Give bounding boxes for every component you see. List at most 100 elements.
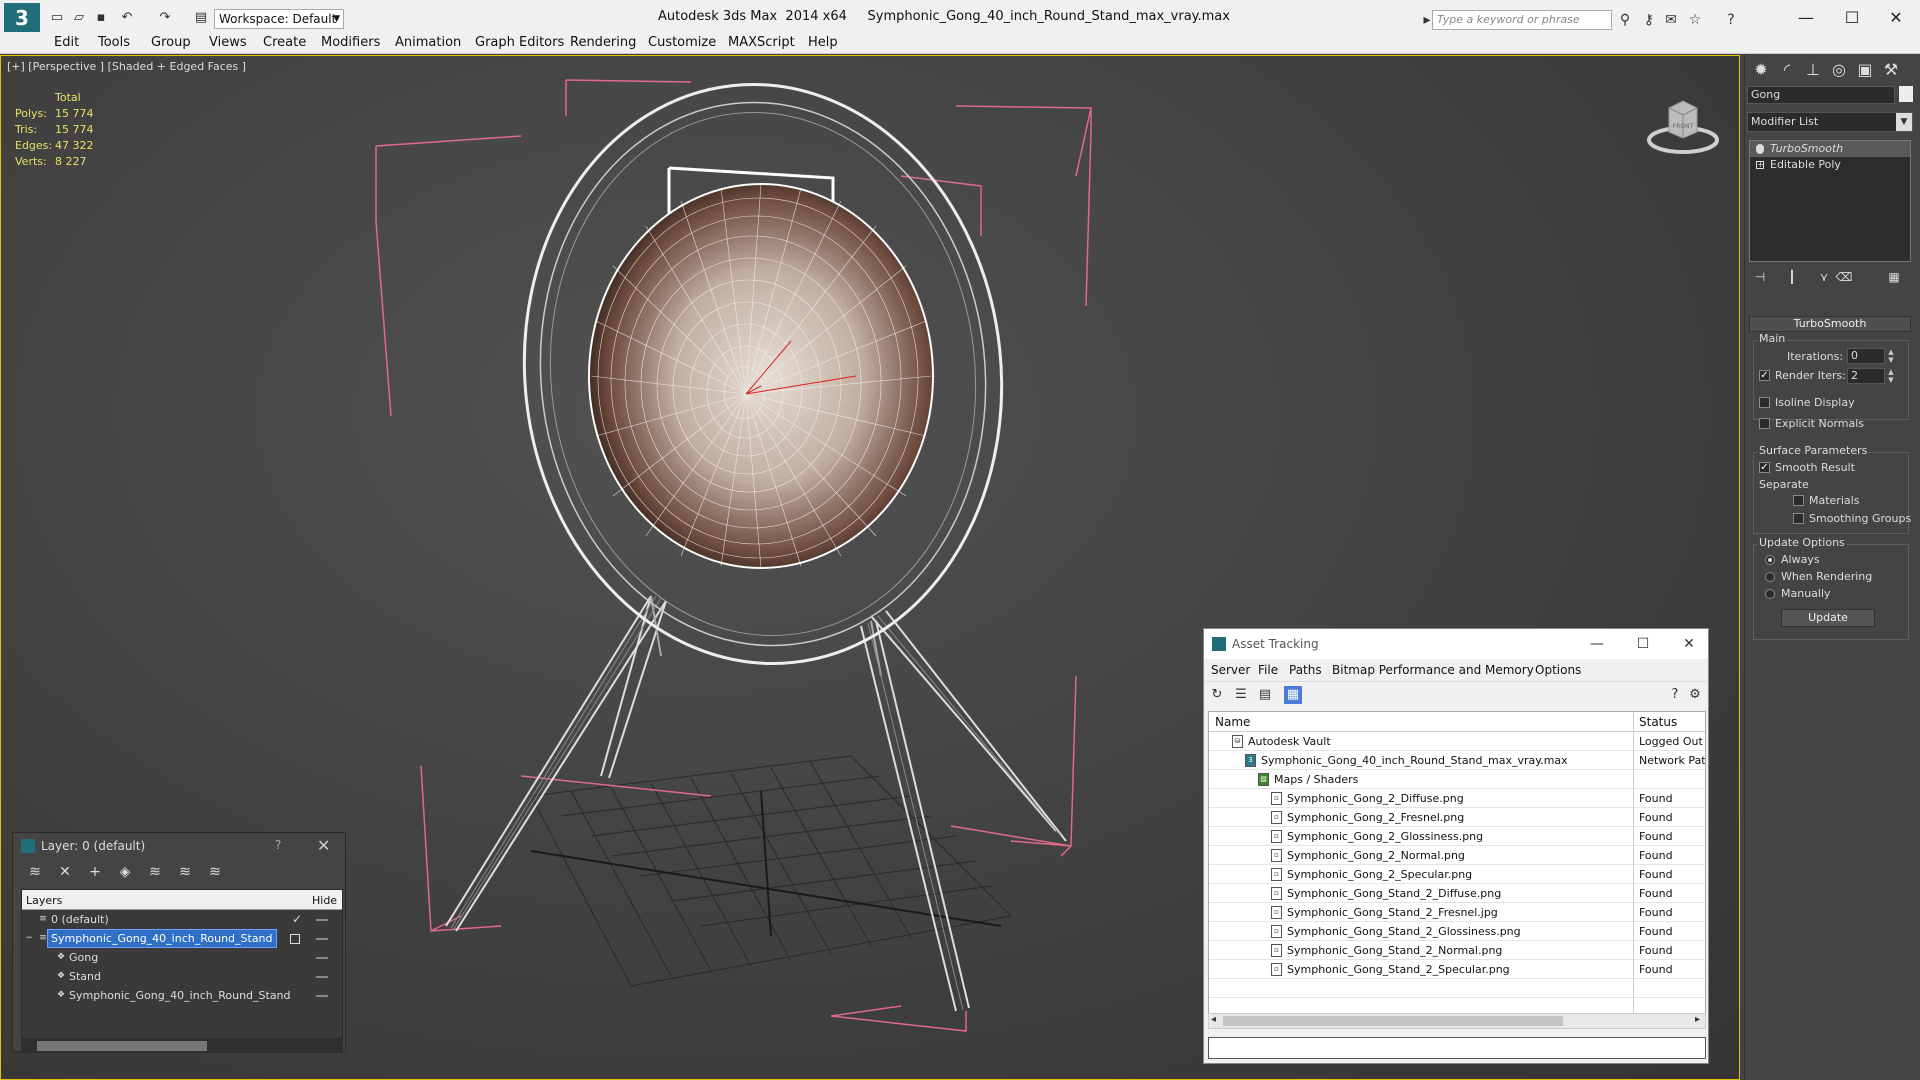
minimize-icon[interactable]: — (1582, 633, 1612, 655)
turbosmooth-rollout-header[interactable]: TurboSmooth (1749, 316, 1911, 332)
asset-row[interactable]: ▫ Symphonic_Gong_2_Fresnel.png Found (1209, 808, 1705, 827)
manually-radio[interactable] (1765, 589, 1775, 599)
collapse-minus-icon[interactable]: − (24, 933, 34, 943)
layer-dialog-titlebar[interactable]: Layer: 0 (default) ? ✕ (13, 833, 345, 859)
modifier-list-dropdown[interactable]: Modifier List ▼ (1747, 112, 1913, 132)
checkmark-icon[interactable]: ✓ (292, 910, 302, 929)
asset-row[interactable]: ▫ Symphonic_Gong_Stand_2_Glossiness.png Fo… (1209, 922, 1705, 941)
redo-icon[interactable]: ↷ (156, 10, 174, 26)
asset-horizontal-scrollbar[interactable]: ◂ ▸ (1208, 1013, 1706, 1029)
always-radio[interactable] (1765, 555, 1775, 565)
configure-sets-icon[interactable]: ▦ (1885, 268, 1903, 286)
key-icon[interactable]: ⚷ (1640, 11, 1658, 29)
stack-item-editable-poly[interactable]: + Editable Poly (1750, 157, 1910, 173)
project-folder-icon[interactable]: ▤ (192, 10, 210, 26)
app-logo-icon[interactable]: 3 (4, 3, 40, 33)
close-button[interactable]: ✕ (1876, 6, 1916, 30)
asset-dialog-titlebar[interactable]: Asset Tracking — ☐ ✕ (1204, 629, 1708, 659)
favorites-star-icon[interactable]: ☆ (1686, 11, 1704, 29)
menu-rendering[interactable]: Rendering (570, 35, 636, 50)
maximize-button[interactable]: ☐ (1832, 6, 1872, 30)
add-to-layer-icon[interactable]: + (85, 863, 105, 881)
list-view-icon[interactable]: ☰ (1232, 686, 1250, 704)
hide-toggle[interactable] (316, 919, 328, 921)
thumbnail-view-icon[interactable]: ▤ (1256, 686, 1274, 704)
name-column-header[interactable]: Name (1215, 715, 1250, 729)
layers-column-header[interactable]: Layers (26, 894, 62, 907)
utilities-tab-icon[interactable]: ⚒ (1879, 58, 1903, 82)
update-button[interactable]: Update (1781, 609, 1875, 627)
menu-options[interactable]: Options (1535, 663, 1581, 677)
menu-help[interactable]: Help (808, 35, 838, 50)
search-input[interactable]: Type a keyword or phrase (1432, 10, 1612, 30)
motion-tab-icon[interactable]: ◎ (1827, 58, 1851, 82)
help-icon[interactable]: ? (275, 838, 281, 852)
maximize-icon[interactable]: ☐ (1628, 633, 1658, 655)
asset-row[interactable]: ▫ Symphonic_Gong_Stand_2_Specular.png Foun… (1209, 960, 1705, 979)
delete-layer-icon[interactable]: ✕ (55, 863, 75, 881)
freeze-all-icon[interactable]: ≋ (205, 863, 225, 881)
menu-views[interactable]: Views (209, 35, 247, 50)
menu-customize[interactable]: Customize (648, 35, 716, 50)
minimize-button[interactable]: — (1786, 6, 1826, 30)
iterations-spinner[interactable]: 0 (1847, 348, 1885, 364)
asset-row[interactable]: ▫ Symphonic_Gong_Stand_2_Fresnel.jpg Found (1209, 903, 1705, 922)
isoline-display-checkbox[interactable] (1759, 397, 1770, 408)
scroll-right-icon[interactable]: ▸ (1695, 1014, 1700, 1025)
layer-horizontal-scrollbar[interactable] (21, 1039, 343, 1053)
when-rendering-radio[interactable] (1765, 572, 1775, 582)
render-iters-checkbox[interactable]: ✓ (1759, 370, 1770, 381)
current-layer-toggle[interactable] (290, 934, 300, 944)
asset-row[interactable]: ▫ Symphonic_Gong_2_Normal.png Found (1209, 846, 1705, 865)
asset-row[interactable]: 3 Symphonic_Gong_40_inch_Round_Stand_max_… (1209, 751, 1705, 770)
menu-animation[interactable]: Animation (395, 35, 461, 50)
remove-modifier-icon[interactable]: ⌫ (1835, 268, 1853, 286)
hide-toggle[interactable] (316, 995, 328, 997)
menu-modifiers[interactable]: Modifiers (321, 35, 380, 50)
asset-row[interactable]: ▫ Symphonic_Gong_2_Specular.png Found (1209, 865, 1705, 884)
hide-toggle[interactable] (316, 957, 328, 959)
workspace-select[interactable]: Workspace: Default ▼ (214, 9, 344, 29)
scrollbar-thumb[interactable] (37, 1041, 207, 1051)
menu-edit[interactable]: Edit (54, 35, 79, 50)
smooth-result-checkbox[interactable]: ✓ (1759, 462, 1770, 473)
binoculars-icon[interactable]: ⚲ (1616, 11, 1634, 29)
hide-toggle[interactable] (316, 938, 328, 940)
asset-row[interactable]: ▧ Maps / Shaders (1209, 770, 1705, 789)
asset-path-field[interactable] (1208, 1037, 1706, 1059)
create-tab-icon[interactable]: ✹ (1749, 58, 1773, 82)
object-color-swatch[interactable] (1899, 86, 1913, 102)
new-file-icon[interactable]: ▭ (48, 10, 66, 26)
show-end-result-icon[interactable]: ┃ (1783, 268, 1801, 286)
menu-create[interactable]: Create (263, 35, 306, 50)
communication-icon[interactable]: ✉ (1662, 11, 1680, 29)
undo-icon[interactable]: ↶ (118, 10, 136, 26)
view-cube-icon[interactable]: FRONT (1643, 88, 1723, 158)
menu-bitmap-performance[interactable]: Bitmap Performance and Memory (1332, 663, 1534, 677)
menu-file[interactable]: File (1258, 663, 1278, 677)
hierarchy-tab-icon[interactable]: ⊥ (1801, 58, 1825, 82)
asset-row[interactable]: ⛁ Autodesk Vault Logged Out ... (1209, 732, 1705, 751)
layer-row[interactable]: ❖ Gong (22, 948, 342, 967)
make-unique-icon[interactable]: ⋎ (1815, 268, 1833, 286)
object-name-input[interactable]: Gong (1747, 86, 1895, 104)
layer-row[interactable]: ❖ Stand (22, 967, 342, 986)
scrollbar-thumb[interactable] (1223, 1016, 1563, 1026)
materials-checkbox[interactable] (1793, 495, 1804, 506)
lightbulb-icon[interactable] (1756, 144, 1764, 154)
scroll-left-icon[interactable]: ◂ (1211, 1014, 1216, 1025)
smoothing-groups-checkbox[interactable] (1793, 513, 1804, 524)
refresh-icon[interactable]: ↻ (1208, 686, 1226, 704)
stack-item-turbosmooth[interactable]: TurboSmooth (1750, 141, 1910, 157)
hide-all-icon[interactable]: ≋ (175, 863, 195, 881)
menu-graph-editors[interactable]: Graph Editors (475, 35, 564, 50)
modify-tab-icon[interactable]: ◜ (1775, 58, 1799, 82)
hide-column-header[interactable]: Hide (312, 894, 337, 907)
layer-row[interactable]: ❖ Symphonic_Gong_40_inch_Round_Stand (22, 986, 342, 1005)
display-tab-icon[interactable]: ▣ (1853, 58, 1877, 82)
help-icon[interactable]: ? (1722, 11, 1740, 29)
menu-tools[interactable]: Tools (98, 35, 130, 50)
save-file-icon[interactable]: ▪ (92, 10, 110, 26)
asset-row[interactable]: ▫ Symphonic_Gong_Stand_2_Normal.png Found (1209, 941, 1705, 960)
settings-icon[interactable]: ⚙ (1686, 686, 1704, 704)
